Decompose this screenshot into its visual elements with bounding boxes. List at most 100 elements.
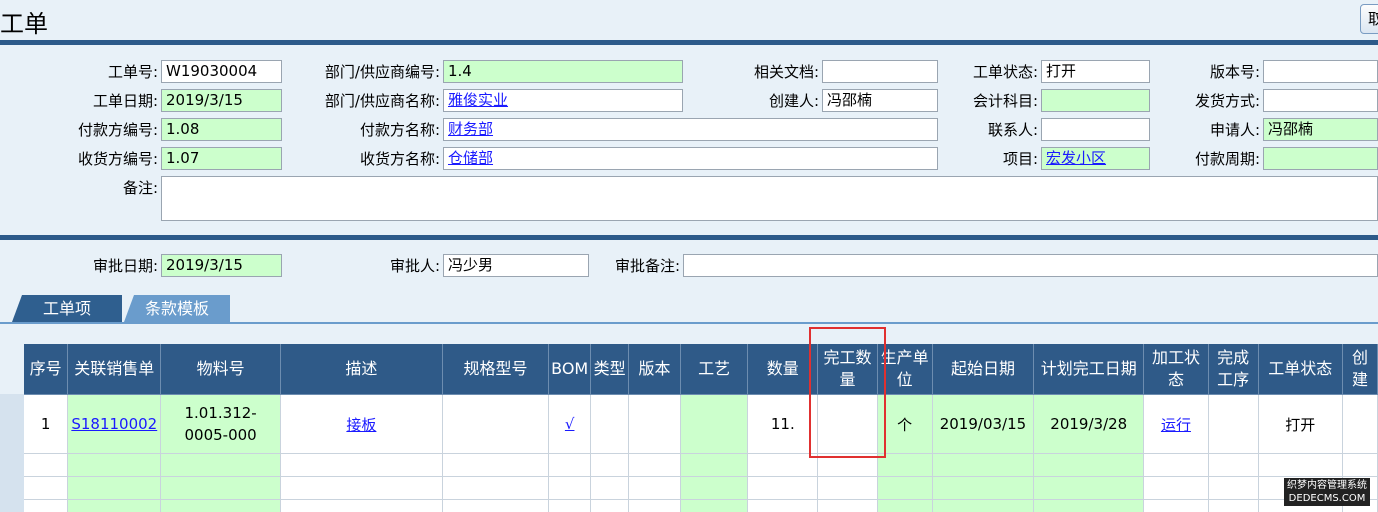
- cell-plan-date[interactable]: 2019/3/28: [1033, 394, 1145, 454]
- watermark: 织梦内容管理系统 DEDECMS.COM: [1284, 478, 1370, 506]
- order-items-table: 序号 关联销售单 物料号 描述 规格型号 BOM 类型 版本 工艺 数量 完工数…: [24, 344, 1378, 512]
- payer-no-label: 付款方编号:: [77, 121, 158, 139]
- receiver-no-field[interactable]: 1.07: [161, 147, 282, 170]
- tab-order-items[interactable]: 工单项: [12, 295, 122, 322]
- dept-name-field[interactable]: 雅俊实业: [443, 89, 683, 112]
- order-date-label: 工单日期:: [92, 92, 158, 110]
- approver-field[interactable]: 冯少男: [443, 254, 589, 277]
- dept-no-field[interactable]: 1.4: [443, 60, 683, 83]
- tab-clause-template[interactable]: 条款模板: [124, 295, 230, 322]
- docs-field[interactable]: [822, 60, 938, 83]
- col-header[interactable]: 序号: [24, 344, 69, 395]
- status-field[interactable]: 打开: [1041, 60, 1150, 83]
- applicant-field[interactable]: 冯邵楠: [1263, 118, 1378, 141]
- cell-process[interactable]: [680, 394, 749, 454]
- pay-period-field[interactable]: [1263, 147, 1378, 170]
- payer-name-label: 付款方名称:: [359, 121, 440, 139]
- process-status-link[interactable]: 运行: [1161, 416, 1191, 434]
- version-label: 版本号:: [1209, 63, 1260, 81]
- cell-spec[interactable]: [442, 394, 550, 454]
- col-header[interactable]: 工单状态: [1258, 344, 1344, 395]
- pay-period-label: 付款周期:: [1194, 150, 1260, 168]
- table-header-row: 序号 关联销售单 物料号 描述 规格型号 BOM 类型 版本 工艺 数量 完工数…: [24, 344, 1378, 395]
- cell-material-no[interactable]: 1.01.312-0005-000: [160, 394, 281, 454]
- col-header[interactable]: 类型: [590, 344, 630, 395]
- version-field[interactable]: [1263, 60, 1378, 83]
- approval-date-label: 审批日期:: [92, 257, 158, 275]
- col-header[interactable]: 描述: [280, 344, 443, 395]
- approver-label: 审批人:: [389, 257, 440, 275]
- col-header[interactable]: 完成工序: [1208, 344, 1259, 395]
- table-row[interactable]: [24, 453, 1378, 477]
- remark-label: 备注:: [122, 179, 158, 197]
- receiver-no-label: 收货方编号:: [77, 150, 158, 168]
- payer-name-link[interactable]: 财务部: [448, 120, 493, 138]
- sales-order-link[interactable]: S18110002: [71, 415, 157, 433]
- contact-field[interactable]: [1041, 118, 1150, 141]
- project-link[interactable]: 宏发小区: [1046, 149, 1106, 167]
- completed-qty-highlight-box: [809, 327, 886, 458]
- receiver-name-link[interactable]: 仓储部: [448, 149, 493, 167]
- docs-label: 相关文档:: [753, 63, 819, 81]
- col-header[interactable]: 关联销售单: [67, 344, 162, 395]
- bom-check-link[interactable]: √: [565, 415, 575, 433]
- description-link[interactable]: 接板: [346, 416, 376, 434]
- ship-field[interactable]: [1263, 89, 1378, 112]
- table-row[interactable]: [24, 476, 1378, 500]
- col-header[interactable]: BOM: [548, 344, 592, 395]
- cell-seq: 1: [24, 394, 69, 454]
- applicant-label: 申请人:: [1209, 121, 1260, 139]
- col-header[interactable]: 工艺: [680, 344, 749, 395]
- cell-done-step[interactable]: [1208, 394, 1259, 454]
- top-right-button[interactable]: 取: [1360, 4, 1378, 34]
- col-header[interactable]: 创建: [1342, 344, 1378, 395]
- order-no-field[interactable]: W19030004: [161, 60, 282, 83]
- dept-no-label: 部门/供应商编号:: [324, 63, 440, 81]
- creator-label: 创建人:: [768, 92, 819, 110]
- status-label: 工单状态:: [972, 63, 1038, 81]
- col-header[interactable]: 加工状态: [1143, 344, 1209, 395]
- row-selector-strip: [0, 394, 24, 512]
- col-header[interactable]: 数量: [747, 344, 819, 395]
- tab-underline: [0, 322, 1378, 324]
- cell-created[interactable]: [1342, 394, 1378, 454]
- col-header[interactable]: 起始日期: [932, 344, 1035, 395]
- order-items-grid: 序号 关联销售单 物料号 描述 规格型号 BOM 类型 版本 工艺 数量 完工数…: [24, 344, 1378, 512]
- watermark-line2: DEDECMS.COM: [1288, 493, 1366, 504]
- cell-description[interactable]: 接板: [280, 394, 443, 454]
- creator-field[interactable]: 冯邵楠: [822, 89, 938, 112]
- dept-name-link[interactable]: 雅俊实业: [448, 91, 508, 109]
- cell-quantity[interactable]: 11.: [747, 394, 819, 454]
- cell-start-date[interactable]: 2019/03/15: [932, 394, 1035, 454]
- project-field[interactable]: 宏发小区: [1041, 147, 1150, 170]
- remark-field[interactable]: [161, 176, 1378, 221]
- approval-note-label: 审批备注:: [614, 257, 680, 275]
- table-row[interactable]: 1 S18110002 1.01.312-0005-000 接板 √ 11. 个…: [24, 394, 1378, 454]
- account-field[interactable]: [1041, 89, 1150, 112]
- payer-no-field[interactable]: 1.08: [161, 118, 282, 141]
- receiver-name-label: 收货方名称:: [359, 150, 440, 168]
- col-header[interactable]: 版本: [628, 344, 681, 395]
- cell-sales-order[interactable]: S18110002: [67, 394, 162, 454]
- payer-name-field[interactable]: 财务部: [443, 118, 938, 141]
- contact-label: 联系人:: [987, 121, 1038, 139]
- col-header[interactable]: 计划完工日期: [1033, 344, 1145, 395]
- approval-date-field[interactable]: 2019/3/15: [161, 254, 282, 277]
- cell-version[interactable]: [628, 394, 681, 454]
- approval-note-field[interactable]: [683, 254, 1378, 277]
- ship-label: 发货方式:: [1194, 92, 1260, 110]
- account-label: 会计科目:: [972, 92, 1038, 110]
- cell-order-status[interactable]: 打开: [1258, 394, 1344, 454]
- receiver-name-field[interactable]: 仓储部: [443, 147, 938, 170]
- order-date-field[interactable]: 2019/3/15: [161, 89, 282, 112]
- cell-type[interactable]: [590, 394, 630, 454]
- cell-process-status[interactable]: 运行: [1143, 394, 1209, 454]
- section-divider: [0, 235, 1378, 240]
- order-no-label: 工单号:: [107, 63, 158, 81]
- header-divider: [0, 40, 1378, 45]
- dept-name-label: 部门/供应商名称:: [324, 92, 440, 110]
- col-header[interactable]: 规格型号: [442, 344, 550, 395]
- cell-bom[interactable]: √: [548, 394, 592, 454]
- col-header[interactable]: 物料号: [160, 344, 281, 395]
- table-row[interactable]: [24, 499, 1378, 512]
